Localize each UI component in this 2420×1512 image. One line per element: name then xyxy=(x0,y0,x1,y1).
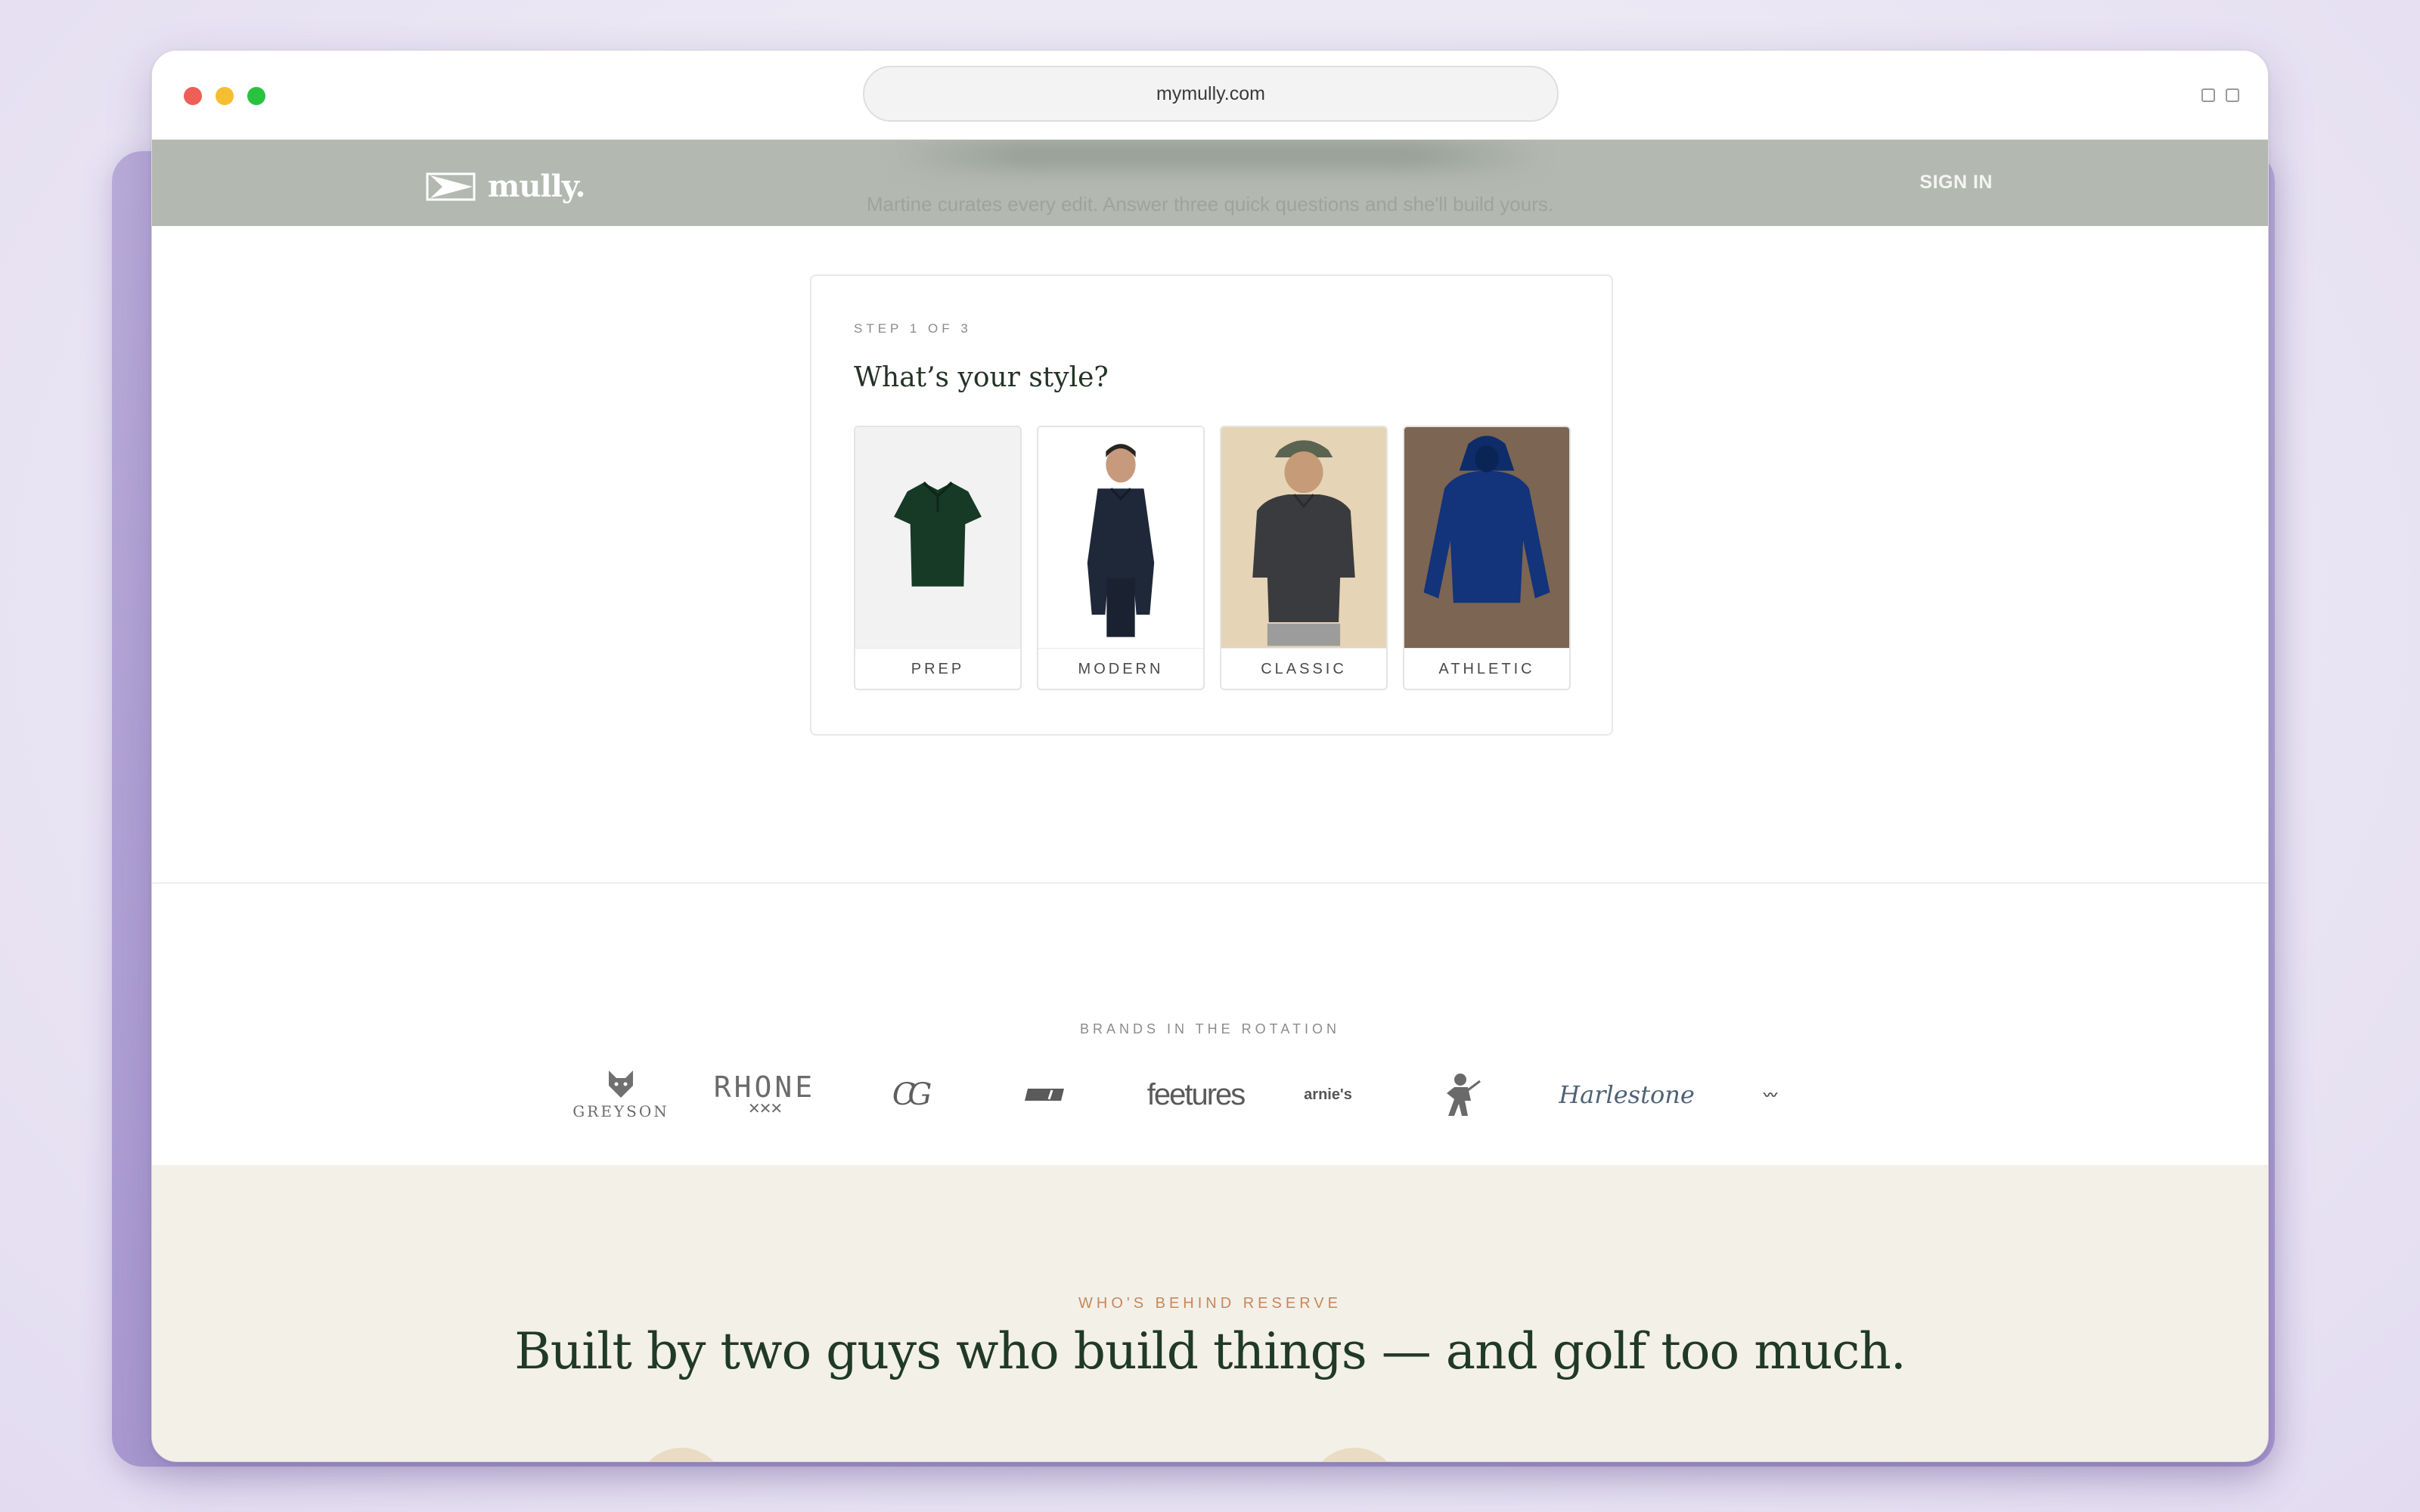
address-bar[interactable]: mymully.com xyxy=(863,66,1559,122)
url-text: mymully.com xyxy=(1156,82,1265,104)
style-option-label: MODERN xyxy=(1038,648,1203,689)
founder-avatar xyxy=(636,1448,727,1461)
feetures-logo: feetures xyxy=(1120,1061,1271,1129)
arnies-logo: arnie's xyxy=(1286,1061,1370,1129)
style-option-label: PREP xyxy=(855,648,1020,689)
style-option-prep[interactable]: PREP xyxy=(854,426,1022,690)
tagline: Martine curates every edit. Answer three… xyxy=(866,193,1554,215)
style-option-classic[interactable]: CLASSIC xyxy=(1220,426,1388,690)
cg-logo: CG xyxy=(863,1061,954,1129)
section-divider xyxy=(152,882,2268,884)
sign-in-link[interactable]: SIGN IN xyxy=(1919,172,1993,194)
slash-mark-icon xyxy=(1025,1089,1064,1101)
green-polo-image xyxy=(855,427,1020,648)
style-option-modern[interactable]: MODERN xyxy=(1037,426,1205,690)
man-black-polo-cap-image xyxy=(1221,427,1386,648)
brand-7-logo xyxy=(1415,1061,1506,1129)
greyson-logo: GREYSON xyxy=(572,1061,667,1129)
brand-4-logo xyxy=(999,1061,1090,1129)
brand-name: arnie's xyxy=(1304,1086,1352,1103)
brand-name: Harlestone xyxy=(1559,1080,1695,1109)
brand-name: GREYSON xyxy=(572,1102,669,1120)
split-view-icon[interactable] xyxy=(2201,88,2215,102)
brand-name: RHONE xyxy=(713,1070,816,1104)
about-section: WHO'S BEHIND RESERVE Built by two guys w… xyxy=(152,1165,2268,1461)
style-quiz-card: STEP 1 OF 3 What’s your style? PREP MODE… xyxy=(810,274,1613,736)
founder-avatar xyxy=(1309,1448,1400,1461)
site-header: mully. Martine curates every edit. Answe… xyxy=(152,140,2268,226)
maximize-window-button[interactable] xyxy=(247,87,265,105)
about-heading: Built by two guys who build things — and… xyxy=(514,1322,1907,1380)
navy-hoodie-image xyxy=(1404,427,1569,648)
style-option-athletic[interactable]: ATHLETIC xyxy=(1403,426,1571,690)
brand-logo-row: GREYSON RHONE ✕✕✕ CG feetures arnie's Ha… xyxy=(572,1061,1831,1129)
golfer-icon xyxy=(1447,1074,1481,1116)
brands-heading: BRANDS IN THE ROTATION xyxy=(1079,1021,1341,1036)
minimize-window-button[interactable] xyxy=(216,87,234,105)
quiz-step-indicator: STEP 1 OF 3 xyxy=(854,321,972,336)
brand-name: feetures xyxy=(1146,1077,1246,1111)
style-options: PREP MODERN CLASSIC ATHLETIC xyxy=(854,426,1571,690)
wolf-icon xyxy=(609,1070,633,1098)
browser-window: mymully.com mully. Martine curates every… xyxy=(151,50,2269,1462)
window-tile-icon[interactable] xyxy=(2226,88,2239,102)
close-window-button[interactable] xyxy=(184,87,202,105)
browser-chrome: mymully.com xyxy=(152,51,2268,140)
man-navy-pullover-image xyxy=(1038,427,1203,648)
brand-9-logo: 〰 xyxy=(1725,1061,1816,1129)
harlestone-logo: Harlestone xyxy=(1559,1061,1695,1129)
rhone-logo: RHONE ✕✕✕ xyxy=(704,1061,825,1129)
chevrons-icon: ✕✕✕ xyxy=(747,1101,783,1117)
style-option-label: ATHLETIC xyxy=(1404,648,1569,689)
zigzag-icon: 〰 xyxy=(1764,1088,1777,1103)
quiz-question: What’s your style? xyxy=(854,362,1109,393)
brand-name: CG xyxy=(892,1077,932,1112)
style-option-label: CLASSIC xyxy=(1221,648,1386,689)
header-blur xyxy=(893,140,1544,170)
about-kicker: WHO'S BEHIND RESERVE xyxy=(1078,1295,1342,1312)
